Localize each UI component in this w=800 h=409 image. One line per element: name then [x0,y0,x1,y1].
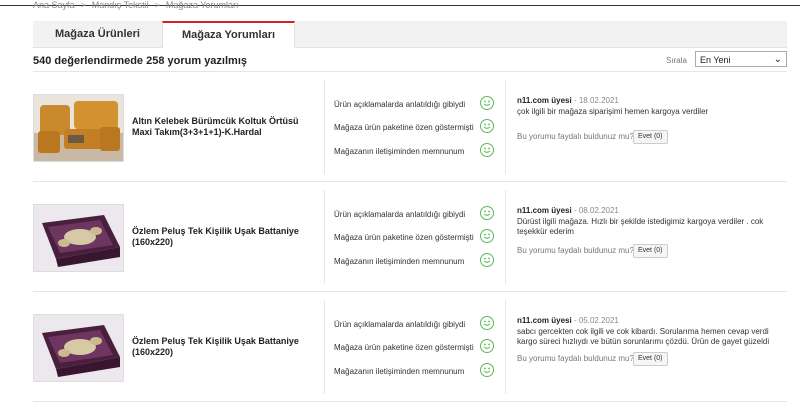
column-divider [505,300,506,394]
breadcrumb-home[interactable]: Ana Sayfa [33,0,75,10]
product-name[interactable]: Özlem Peluş Tek Kişilik Uşak Battaniye (… [132,182,310,292]
helpful-prompt: Bu yorumu faydalı buldunuz mu? [517,246,634,255]
column-divider [324,80,325,174]
criterion-communication: Mağazanın iletişiminden memnunum [334,367,465,376]
criterion-description: Ürün açıklamalarda anlatıldığı gibiydi [334,320,466,329]
tab-store-reviews[interactable]: Mağaza Yorumları [162,21,295,48]
product-image-blanket[interactable] [33,314,124,382]
chevron-down-icon: ⌄ [773,54,782,65]
criterion-packaging: Mağaza ürün paketine özen göstermişti [334,233,474,242]
product-name[interactable]: Özlem Peluş Tek Kişilik Uşak Battaniye (… [132,292,310,402]
review-meta: n11.com üyesi - 08.02.2021 [517,206,619,215]
helpful-prompt: Bu yorumu faydalı buldunuz mu? [517,354,634,363]
review-item: Altın Kelebek Bürümcük Koltuk Örtüsü Max… [33,72,787,182]
product-name[interactable]: Altın Kelebek Bürümcük Koltuk Örtüsü Max… [132,72,310,182]
review-comment: Dürüst ilgili mağaza. Hızlı bir şekilde … [517,217,764,236]
breadcrumb: Ana Sayfa > Mandış Tekstil > Mağaza Yorumlar… [33,0,239,10]
smiley-icon [480,253,494,267]
breadcrumb-current: Mağaza Yorumları [165,0,239,10]
store-tabs: Mağaza Ürünleri Mağaza Yorumları [33,21,787,48]
reviewer-name: n11.com üyesi [517,206,572,215]
review-meta: n11.com üyesi - 18.02.2021 [517,96,619,105]
breadcrumb-store[interactable]: Mandış Tekstil [92,0,149,10]
smiley-icon [480,339,494,353]
criterion-description: Ürün açıklamalarda anlatıldığı gibiydi [334,100,466,109]
review-date: 08.02.2021 [578,206,619,215]
column-divider [324,190,325,284]
product-image-sofa-cover[interactable] [33,94,124,162]
review-date: 18.02.2021 [578,96,619,105]
column-divider [505,190,506,284]
criterion-communication: Mağazanın iletişiminden memnunum [334,257,465,266]
review-date: 05.02.2021 [578,316,619,325]
smiley-icon [480,143,494,157]
criterion-description: Ürün açıklamalarda anlatıldığı gibiydi [334,210,466,219]
criterion-packaging: Mağaza ürün paketine özen göstermişti [334,123,474,132]
review-meta: n11.com üyesi - 05.02.2021 [517,316,619,325]
review-comment: sabcı gercekten cok ilgili ve cok kibard… [517,327,770,346]
helpful-yes-button[interactable]: Evet (0) [633,130,668,144]
smiley-icon [480,96,494,110]
review-summary: 540 değerlendirmede 258 yorum yazılmış [33,55,247,67]
tab-store-products[interactable]: Mağaza Ürünleri [33,21,162,47]
smiley-icon [480,229,494,243]
review-item: Özlem Peluş Tek Kişilik Uşak Battaniye (… [33,292,787,402]
smiley-icon [480,119,494,133]
sort-selected-value: En Yeni [700,55,731,65]
product-image-blanket[interactable] [33,204,124,272]
smiley-icon [480,316,494,330]
criterion-packaging: Mağaza ürün paketine özen göstermişti [334,343,474,352]
helpful-yes-button[interactable]: Evet (0) [633,244,668,258]
reviewer-name: n11.com üyesi [517,96,572,105]
column-divider [324,300,325,394]
review-comment: çok ilgili bir mağaza siparişimi hemen k… [517,107,709,116]
helpful-yes-button[interactable]: Evet (0) [633,352,668,366]
divider [33,401,787,402]
reviewer-name: n11.com üyesi [517,316,572,325]
review-item: Özlem Peluş Tek Kişilik Uşak Battaniye (… [33,182,787,292]
column-divider [505,80,506,174]
smiley-icon [480,206,494,220]
helpful-prompt: Bu yorumu faydalı buldunuz mu? [517,132,634,141]
smiley-icon [480,363,494,377]
sort-label: Sırala [666,56,687,65]
criterion-communication: Mağazanın iletişiminden memnunum [334,147,465,156]
sort-select[interactable]: En Yeni ⌄ [695,51,787,67]
